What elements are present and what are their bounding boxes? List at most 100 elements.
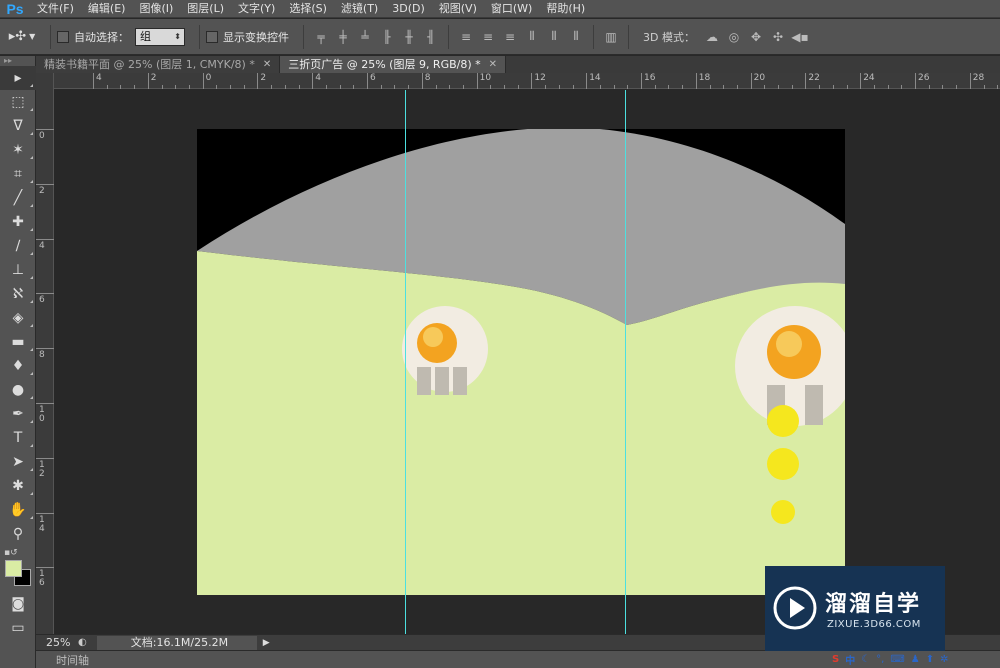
yellow-dot xyxy=(767,405,799,437)
align-top-icon[interactable]: ╤ xyxy=(310,26,332,48)
distribute-vcenter-icon[interactable]: ≡ xyxy=(477,26,499,48)
menu-layer[interactable]: 图层(L) xyxy=(180,0,231,18)
ruler-minor-tick xyxy=(517,85,519,89)
type-tool-icon[interactable]: T xyxy=(0,426,36,450)
pen-tool-icon[interactable]: ✒ xyxy=(0,402,36,426)
ruler-minor-tick xyxy=(846,85,848,89)
tab-document-2[interactable]: 三折页广告 @ 25% (图层 9, RGB/8) * ✕ xyxy=(280,56,507,74)
crop-tool-icon[interactable]: ⌗ xyxy=(0,162,36,186)
distribute-left-icon[interactable]: ⫴ xyxy=(521,26,543,48)
timeline-label[interactable]: 时间轴 xyxy=(36,652,89,668)
canvas-area[interactable] xyxy=(55,90,1000,634)
3d-roll-icon[interactable]: ◎ xyxy=(723,26,745,48)
eraser-tool-icon[interactable]: ◈ xyxy=(0,306,36,330)
document-canvas[interactable] xyxy=(197,129,845,595)
panel-grip-icon[interactable]: ▸▸ xyxy=(0,56,35,66)
ruler-label: 22 xyxy=(808,73,820,83)
gradient-tool-icon[interactable]: ▬ xyxy=(0,330,36,354)
menu-window[interactable]: 窗口(W) xyxy=(484,0,539,18)
vertical-guide[interactable] xyxy=(405,90,406,634)
chevron-down-icon: ▼ xyxy=(29,32,36,41)
brush-tool-icon[interactable]: ∕ xyxy=(0,234,36,258)
menu-filter[interactable]: 滤镜(T) xyxy=(334,0,385,18)
align-vcenter-icon[interactable]: ╪ xyxy=(332,26,354,48)
horizontal-ruler[interactable]: 4 2 0 2 4 6 8 10 12 14 16 18 20 22 24 26 28 xyxy=(54,73,1000,89)
punctuation-icon[interactable]: °, xyxy=(876,654,884,665)
menu-select[interactable]: 选择(S) xyxy=(282,0,334,18)
ruler-minor-tick xyxy=(627,85,629,89)
auto-align-icon[interactable]: ▥ xyxy=(600,26,622,48)
eyedropper-tool-icon[interactable]: ╱ xyxy=(0,186,36,210)
3d-mode-label: 3D 模式： xyxy=(643,30,695,44)
menu-edit[interactable]: 编辑(E) xyxy=(81,0,133,18)
vertical-guide[interactable] xyxy=(625,90,626,634)
align-bottom-icon[interactable]: ╧ xyxy=(354,26,376,48)
moon-icon[interactable]: ☾ xyxy=(861,654,870,665)
auto-select-checkbox[interactable] xyxy=(57,30,69,43)
ruler-label: 18 xyxy=(698,73,711,83)
align-right-icon[interactable]: ╢ xyxy=(420,26,442,48)
3d-rotate-icon[interactable]: ☁ xyxy=(701,26,723,48)
distribute-top-icon[interactable]: ≡ xyxy=(455,26,477,48)
distribute-bottom-icon[interactable]: ≡ xyxy=(499,26,521,48)
align-left-icon[interactable]: ╟ xyxy=(376,26,398,48)
screen-mode-icon[interactable]: ▭ xyxy=(0,616,36,640)
zoom-tool-icon[interactable]: ⚲ xyxy=(0,522,36,546)
3d-camera-icon[interactable]: ◀▪ xyxy=(789,26,811,48)
menu-image[interactable]: 图像(I) xyxy=(132,0,180,18)
close-icon[interactable]: ✕ xyxy=(263,56,271,74)
ruler-tick xyxy=(36,348,54,350)
orb-highlight-left xyxy=(423,327,443,347)
close-icon[interactable]: ✕ xyxy=(489,56,497,74)
ruler-tick xyxy=(641,73,642,89)
menu-type[interactable]: 文字(Y) xyxy=(231,0,282,18)
move-tool-icon[interactable]: ▸ xyxy=(0,66,36,90)
ruler-minor-tick xyxy=(668,85,670,89)
ruler-minor-tick xyxy=(983,85,985,89)
ruler-tick xyxy=(695,73,697,89)
default-colors-icon[interactable]: ▪↺ xyxy=(4,548,18,558)
user-icon[interactable]: ♟ xyxy=(911,654,920,665)
clone-stamp-tool-icon[interactable]: ⊥ xyxy=(0,258,36,282)
distribute-right-icon[interactable]: ⫴ xyxy=(565,26,587,48)
dodge-tool-icon[interactable]: ● xyxy=(0,378,36,402)
magic-wand-tool-icon[interactable]: ✶ xyxy=(0,138,36,162)
keyboard-icon[interactable]: ⌨ xyxy=(890,654,904,665)
divider xyxy=(593,24,594,49)
blur-tool-icon[interactable]: ♦ xyxy=(0,354,36,378)
sogou-icon[interactable]: S xyxy=(832,654,839,665)
distribute-hcenter-icon[interactable]: ⫴ xyxy=(543,26,565,48)
play-icon[interactable]: ▶ xyxy=(263,638,270,648)
status-icon[interactable]: ◐ xyxy=(78,637,87,648)
history-brush-tool-icon[interactable]: ℵ xyxy=(0,282,36,306)
vertical-ruler[interactable]: 0 2 4 6 8 10 12 14 16 xyxy=(36,73,54,634)
show-transform-checkbox[interactable] xyxy=(206,30,218,43)
divider xyxy=(199,24,200,49)
align-hcenter-icon[interactable]: ╫ xyxy=(398,26,420,48)
menu-file[interactable]: 文件(F) xyxy=(30,0,81,18)
divider xyxy=(448,24,449,49)
menu-view[interactable]: 视图(V) xyxy=(432,0,484,18)
3d-drag-icon[interactable]: ✥ xyxy=(745,26,767,48)
menu-help[interactable]: 帮助(H) xyxy=(539,0,592,18)
marquee-tool-icon[interactable]: ⬚ xyxy=(0,90,36,114)
3d-slide-icon[interactable]: ✣ xyxy=(767,26,789,48)
auto-select-dropdown[interactable]: 组 ⬍ xyxy=(135,27,185,46)
shape-tool-icon[interactable]: ✱ xyxy=(0,474,36,498)
shirt-icon[interactable]: ⬆ xyxy=(926,654,934,665)
menu-3d[interactable]: 3D(D) xyxy=(385,0,432,18)
ruler-minor-tick xyxy=(709,85,711,89)
lasso-tool-icon[interactable]: ᐁ xyxy=(0,114,36,138)
path-selection-tool-icon[interactable]: ➤ xyxy=(0,450,36,474)
orb-highlight-right xyxy=(776,331,802,357)
foreground-color-swatch[interactable] xyxy=(5,560,22,577)
zoom-level[interactable]: 25% xyxy=(36,636,78,649)
ruler-tick xyxy=(36,403,54,404)
tab-document-1[interactable]: 精装书籍平面 @ 25% (图层 1, CMYK/8) * ✕ xyxy=(36,56,281,74)
ime-label[interactable]: 中 xyxy=(845,652,855,667)
hand-tool-icon[interactable]: ✋ xyxy=(0,498,36,522)
quick-mask-icon[interactable]: ◙ xyxy=(0,592,36,616)
settings-icon[interactable]: ✲ xyxy=(940,654,948,665)
move-tool-preset-picker[interactable]: ▸✣ ▼ xyxy=(0,22,44,52)
healing-brush-tool-icon[interactable]: ✚ xyxy=(0,210,36,234)
